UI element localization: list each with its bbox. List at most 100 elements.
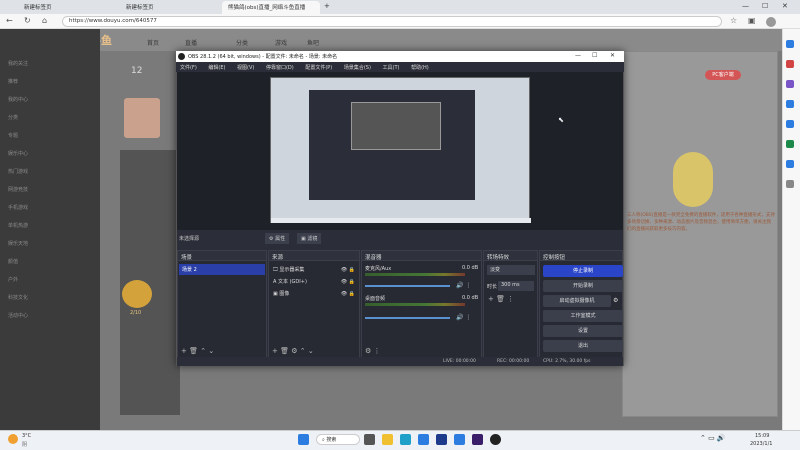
menu-scene-collection[interactable]: 场景集合(S) bbox=[344, 65, 371, 71]
virtual-camera-button[interactable]: 启动虚拟摄像机 bbox=[543, 295, 611, 307]
gift-icon[interactable] bbox=[122, 280, 152, 308]
left-nav-item[interactable]: 我的中心 bbox=[8, 96, 28, 103]
tools-icon[interactable] bbox=[786, 140, 794, 148]
left-nav-item[interactable]: 娱乐中心 bbox=[8, 150, 28, 157]
advanced-audio-icon[interactable]: ⚙ bbox=[365, 347, 371, 355]
obs-minimize-icon[interactable]: — bbox=[575, 52, 581, 59]
menu-profile[interactable]: 配置文件(P) bbox=[305, 65, 332, 71]
menu-docks[interactable]: 停靠窗口(D) bbox=[266, 65, 294, 71]
new-tab-icon[interactable]: + bbox=[324, 2, 330, 10]
exit-button[interactable]: 退出 bbox=[543, 340, 623, 352]
left-nav-item[interactable]: 科技文化 bbox=[8, 294, 28, 301]
left-nav-item[interactable]: 手机游戏 bbox=[8, 204, 28, 211]
left-nav-item[interactable]: 分类 bbox=[8, 114, 18, 121]
remove-source-icon[interactable]: 🗑 bbox=[280, 347, 289, 355]
close-icon[interactable]: ✕ bbox=[782, 2, 788, 10]
move-up-icon[interactable]: ⌃ bbox=[300, 347, 306, 355]
maximize-icon[interactable]: ☐ bbox=[762, 2, 768, 10]
start-recording-button[interactable]: 开始录制 bbox=[543, 280, 623, 292]
start-icon[interactable] bbox=[298, 434, 309, 445]
move-down-icon[interactable]: ⌄ bbox=[308, 347, 314, 355]
menu-file[interactable]: 文件(F) bbox=[180, 65, 197, 71]
promo-image[interactable] bbox=[124, 98, 160, 138]
left-nav-item[interactable]: 户外 bbox=[8, 276, 18, 283]
volume-slider[interactable] bbox=[365, 285, 450, 287]
edge-icon[interactable] bbox=[400, 434, 411, 445]
games-icon[interactable] bbox=[786, 80, 794, 88]
shopping-icon[interactable] bbox=[786, 60, 794, 68]
nav-item-fishbar[interactable]: 鱼吧 bbox=[307, 38, 319, 47]
browser-tab-1[interactable]: 新建标签页 bbox=[18, 1, 118, 14]
drop-icon[interactable] bbox=[786, 160, 794, 168]
outlook-icon[interactable] bbox=[786, 120, 794, 128]
left-nav-item[interactable]: 颜值 bbox=[8, 258, 18, 265]
remove-transition-icon[interactable]: 🗑 bbox=[496, 295, 505, 303]
left-nav-item[interactable]: 推荐 bbox=[8, 78, 18, 85]
search-icon[interactable] bbox=[786, 40, 794, 48]
nav-item-live[interactable]: 直播 bbox=[185, 38, 197, 47]
transition-select[interactable]: 淡变 bbox=[487, 265, 535, 275]
source-settings-icon[interactable]: ⚙ bbox=[291, 347, 297, 355]
speaker-icon[interactable]: 🔊 ⋮ bbox=[456, 314, 471, 321]
nav-item-category[interactable]: 分类 bbox=[236, 38, 248, 47]
transition-menu-icon[interactable]: ⋮ bbox=[507, 295, 514, 303]
refresh-icon[interactable]: ↻ bbox=[24, 16, 31, 25]
menu-view[interactable]: 视图(V) bbox=[237, 65, 254, 71]
move-up-icon[interactable]: ⌃ bbox=[200, 347, 206, 355]
url-input[interactable]: https://www.douyu.com/640577 bbox=[62, 16, 722, 27]
task-view-icon[interactable] bbox=[364, 434, 375, 445]
source-item[interactable]: 🖵 显示器采集 👁 🔒 bbox=[273, 264, 355, 276]
obs-close-icon[interactable]: ✕ bbox=[610, 52, 615, 59]
filters-button[interactable]: ▣ 滤镜 bbox=[297, 233, 322, 244]
properties-button[interactable]: ⚙ 属性 bbox=[265, 233, 290, 244]
virtual-camera-settings-icon[interactable]: ⚙ bbox=[613, 297, 618, 304]
weather-icon[interactable] bbox=[8, 434, 18, 444]
browser-tab-2[interactable]: 新建标签页 bbox=[120, 1, 220, 14]
collections-icon[interactable]: ▣ bbox=[748, 16, 756, 25]
duration-input[interactable]: 300 ms bbox=[498, 281, 534, 291]
add-source-icon[interactable]: + bbox=[272, 347, 278, 355]
obs-taskbar-icon[interactable] bbox=[490, 434, 501, 445]
store-icon[interactable] bbox=[418, 434, 429, 445]
left-nav-item[interactable]: 网游竞技 bbox=[8, 186, 28, 193]
speaker-icon[interactable]: 🔊 ⋮ bbox=[456, 282, 471, 289]
home-icon[interactable]: ⌂ bbox=[42, 16, 47, 25]
menu-edit[interactable]: 编辑(E) bbox=[208, 65, 225, 71]
add-sidebar-icon[interactable] bbox=[786, 180, 794, 188]
volume-slider[interactable] bbox=[365, 317, 450, 319]
left-nav-item[interactable]: 专题 bbox=[8, 132, 18, 139]
obs-maximize-icon[interactable]: ☐ bbox=[592, 52, 597, 59]
office-icon[interactable] bbox=[786, 100, 794, 108]
source-item[interactable]: A 文本 (GDI+) 👁 🔒 bbox=[273, 276, 355, 288]
minimize-icon[interactable]: — bbox=[742, 2, 749, 10]
left-nav-item[interactable]: 活动中心 bbox=[8, 312, 28, 319]
scene-item[interactable]: 场景 2 bbox=[179, 264, 265, 275]
browser-tab-active[interactable]: 熊猫鸽(obs)直播_网络斗鱼直播 bbox=[222, 1, 320, 14]
system-tray-icons[interactable]: ⌃ ▭ 🔊 bbox=[700, 434, 726, 442]
settings-button[interactable]: 设置 bbox=[543, 325, 623, 337]
avatar[interactable] bbox=[766, 17, 776, 27]
app-icon[interactable] bbox=[454, 434, 465, 445]
nav-item-games[interactable]: 游戏 bbox=[275, 38, 287, 47]
mixer-menu-icon[interactable]: ⋮ bbox=[374, 347, 381, 355]
visibility-icon[interactable]: 👁 🔒 bbox=[341, 288, 355, 300]
left-nav-item[interactable]: 我的关注 bbox=[8, 60, 28, 67]
visibility-icon[interactable]: 👁 🔒 bbox=[341, 264, 355, 276]
menu-tools[interactable]: 工具(T) bbox=[383, 65, 400, 71]
move-down-icon[interactable]: ⌄ bbox=[208, 347, 214, 355]
pc-client-button[interactable]: PC客户端 bbox=[705, 70, 741, 80]
remove-scene-icon[interactable]: 🗑 bbox=[189, 347, 198, 355]
add-scene-icon[interactable]: + bbox=[181, 347, 187, 355]
source-item[interactable]: ▣ 图像 👁 🔒 bbox=[273, 288, 355, 300]
favorites-icon[interactable]: ☆ bbox=[730, 16, 737, 25]
nav-item-home[interactable]: 首页 bbox=[147, 38, 159, 47]
menu-help[interactable]: 帮助(H) bbox=[411, 65, 429, 71]
premiere-icon[interactable] bbox=[472, 434, 483, 445]
back-icon[interactable]: ← bbox=[6, 16, 13, 25]
app-icon[interactable] bbox=[436, 434, 447, 445]
visibility-icon[interactable]: 👁 🔒 bbox=[341, 276, 355, 288]
explorer-icon[interactable] bbox=[382, 434, 393, 445]
preview-canvas[interactable] bbox=[270, 77, 531, 223]
studio-mode-button[interactable]: 工作室模式 bbox=[543, 310, 623, 322]
taskbar-search[interactable]: ⌕ 搜索 bbox=[316, 434, 360, 445]
